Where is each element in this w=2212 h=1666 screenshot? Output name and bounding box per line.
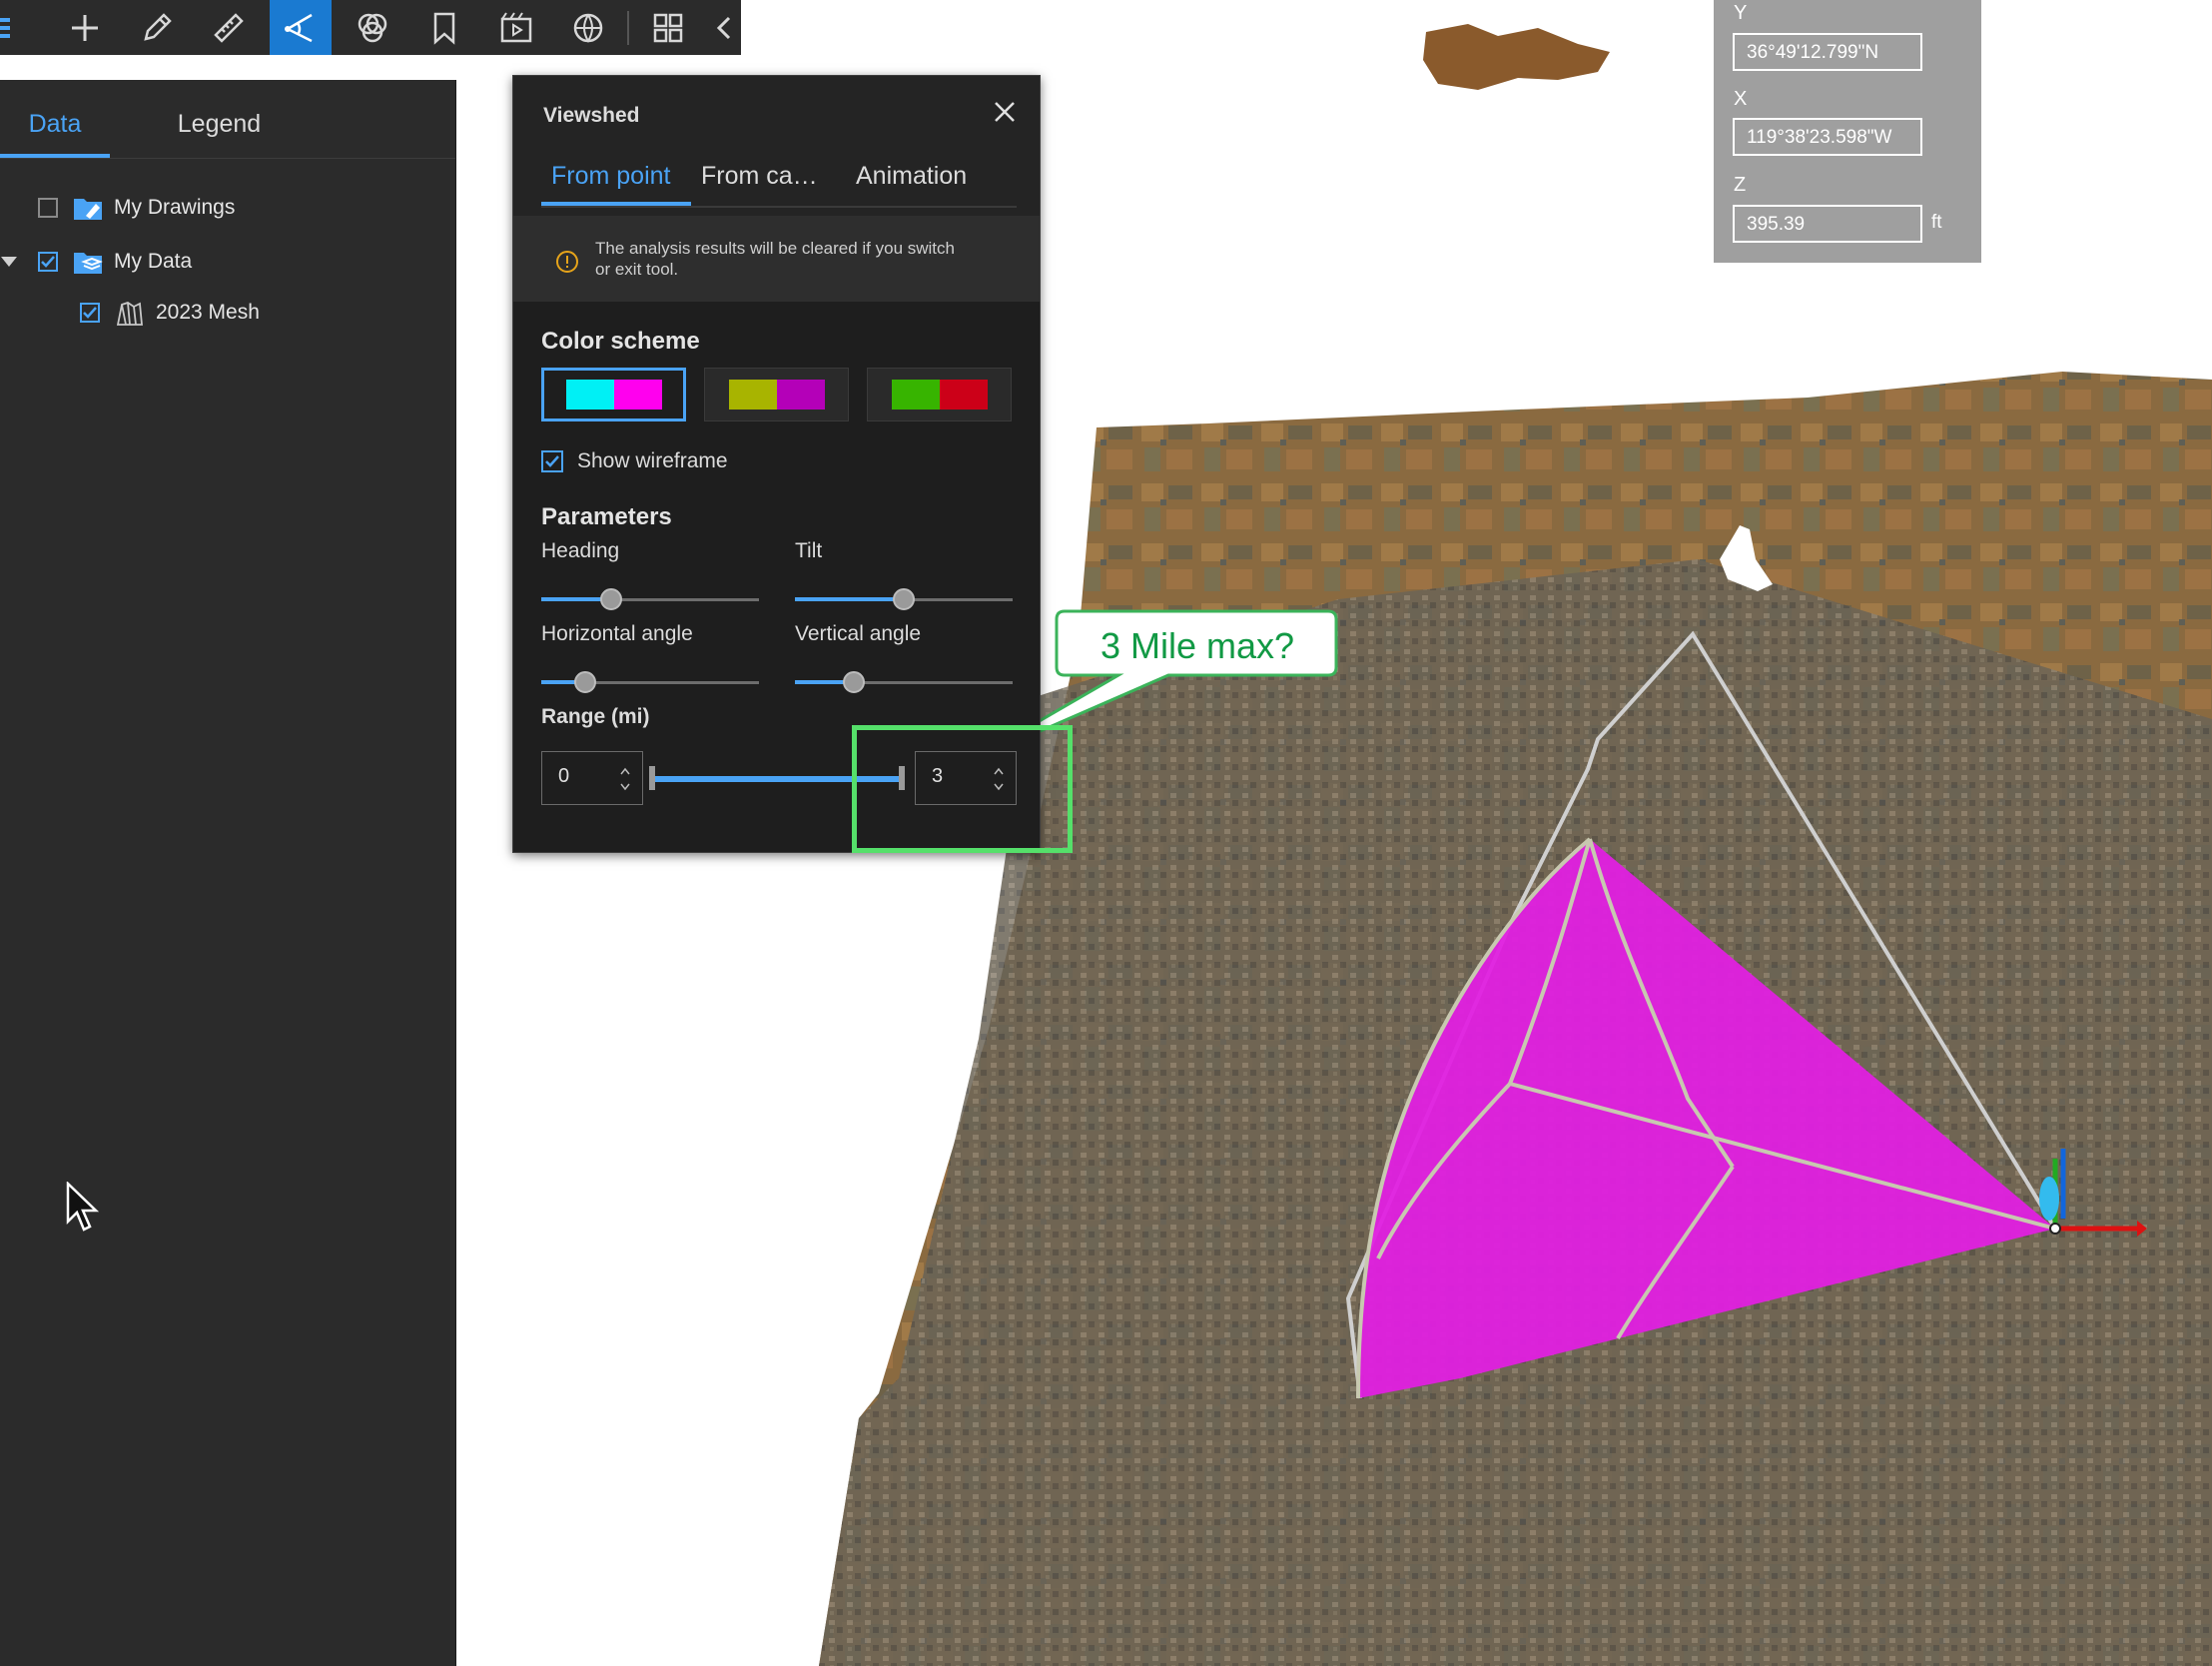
tilt-slider-fill: [795, 597, 904, 601]
color-scheme-option-2[interactable]: [704, 368, 849, 421]
visible-color-swatch: [728, 380, 777, 410]
show-wireframe-toggle[interactable]: Show wireframe: [541, 449, 728, 473]
notice-text: The analysis results will be cleared if …: [595, 239, 955, 279]
z-unit-label: ft: [1931, 212, 1942, 233]
tree-item-2023-mesh[interactable]: 2023 Mesh: [80, 299, 260, 327]
collapse-toolbar-button[interactable]: [709, 0, 739, 55]
tree-item-label: My Data: [114, 250, 193, 273]
tab-animation[interactable]: Animation: [846, 154, 996, 206]
data-panel: Data Legend My Drawings My Data 2023 Mes…: [0, 80, 456, 1666]
measure-button[interactable]: [198, 0, 260, 55]
range-min-value: 0: [558, 765, 570, 787]
notice-banner: The analysis results will be cleared if …: [513, 216, 1040, 302]
tilt-label: Tilt: [795, 539, 823, 562]
vertical-angle-slider-thumb[interactable]: [843, 671, 865, 693]
grid-icon: [653, 13, 683, 42]
tree-item-my-data[interactable]: My Data: [0, 248, 192, 276]
tab-legend[interactable]: Legend: [142, 80, 297, 158]
tree-item-label: 2023 Mesh: [156, 301, 260, 324]
x-label: X: [1734, 88, 1748, 110]
color-scheme-heading: Color scheme: [541, 328, 700, 355]
toolbar-divider: [627, 10, 629, 45]
clapperboard-icon: [500, 11, 532, 42]
add-button[interactable]: [54, 0, 116, 55]
viewshed-tool-button[interactable]: [270, 0, 332, 55]
tilt-slider-thumb[interactable]: [893, 588, 915, 610]
parameters-heading: Parameters: [541, 503, 672, 530]
checkmark-icon: [41, 256, 55, 268]
ruler-icon: [214, 12, 244, 43]
heading-slider-thumb[interactable]: [600, 588, 622, 610]
heading-label: Heading: [541, 539, 620, 562]
tab-from-camera[interactable]: From ca…: [691, 154, 846, 206]
basemap-button[interactable]: [557, 0, 619, 55]
visible-color-swatch: [565, 380, 614, 410]
menu-icon: [0, 17, 10, 38]
mouse-pointer-icon: [66, 1182, 100, 1232]
viewshed-tabs: From point From ca… Animation: [541, 154, 1017, 208]
close-icon[interactable]: [985, 92, 1025, 132]
color-scheme-option-3[interactable]: [867, 368, 1012, 421]
data-panel-tabs: Data Legend: [0, 80, 455, 159]
tab-from-point[interactable]: From point: [541, 154, 691, 206]
drawings-folder-icon: [74, 199, 102, 220]
mesh-layer-icon: [116, 302, 143, 326]
tab-data[interactable]: Data: [0, 80, 110, 158]
coordinate-panel: Y 36°49'12.799"N X 119°38'23.598"W Z 395…: [1714, 0, 1981, 263]
bookmarks-button[interactable]: [413, 0, 475, 55]
hidden-color-swatch: [939, 380, 988, 410]
visible-color-swatch: [891, 380, 940, 410]
layout-button[interactable]: [637, 0, 699, 55]
hidden-color-swatch: [613, 380, 662, 410]
data-folder-icon: [74, 253, 103, 274]
tree-item-my-drawings[interactable]: My Drawings: [38, 194, 235, 222]
overlap-circles-icon: [358, 13, 387, 42]
analysis-button[interactable]: [342, 0, 403, 55]
show-wireframe-label: Show wireframe: [577, 449, 728, 472]
sketch-button[interactable]: [126, 0, 188, 55]
menu-button[interactable]: [0, 0, 18, 55]
top-toolbar: [0, 0, 741, 55]
z-coordinate-field[interactable]: 395.39: [1733, 205, 1922, 243]
range-highlight-box: [852, 725, 1073, 853]
animation-button[interactable]: [485, 0, 547, 55]
callout-text: 3 Mile max?: [1100, 625, 1295, 666]
range-label: Range (mi): [541, 705, 650, 728]
checkmark-icon: [545, 455, 559, 467]
warning-icon: [556, 251, 578, 273]
checkmark-icon: [83, 307, 97, 319]
hidden-color-swatch: [776, 380, 825, 410]
globe-icon: [573, 13, 603, 43]
mesh-checkbox[interactable]: [80, 303, 100, 323]
color-scheme-option-1[interactable]: [541, 368, 686, 421]
y-coordinate-field[interactable]: 36°49'12.799"N: [1733, 33, 1922, 71]
z-label: Z: [1734, 174, 1747, 196]
my-data-checkbox[interactable]: [38, 252, 58, 272]
tree-item-label: My Drawings: [114, 196, 236, 219]
mesh-fragment: [1423, 24, 1610, 90]
bookmark-icon: [433, 12, 455, 45]
viewshed-icon: [285, 13, 313, 42]
my-drawings-checkbox[interactable]: [38, 198, 58, 218]
horizontal-angle-label: Horizontal angle: [541, 622, 693, 645]
x-coordinate-field[interactable]: 119°38'23.598"W: [1733, 118, 1922, 156]
range-min-input[interactable]: 0: [541, 751, 643, 805]
plus-icon: [72, 14, 98, 41]
horizontal-angle-slider-thumb[interactable]: [574, 671, 596, 693]
pencil-icon: [144, 12, 172, 41]
viewshed-title: Viewshed: [543, 104, 640, 127]
vertical-angle-label: Vertical angle: [795, 622, 922, 645]
spinner-arrows-icon[interactable]: [618, 764, 632, 794]
range-slider-min-handle[interactable]: [649, 766, 655, 790]
caret-down-icon[interactable]: [0, 255, 18, 269]
show-wireframe-checkbox[interactable]: [541, 450, 563, 472]
chevron-left-icon: [716, 16, 731, 39]
y-label: Y: [1734, 2, 1748, 24]
